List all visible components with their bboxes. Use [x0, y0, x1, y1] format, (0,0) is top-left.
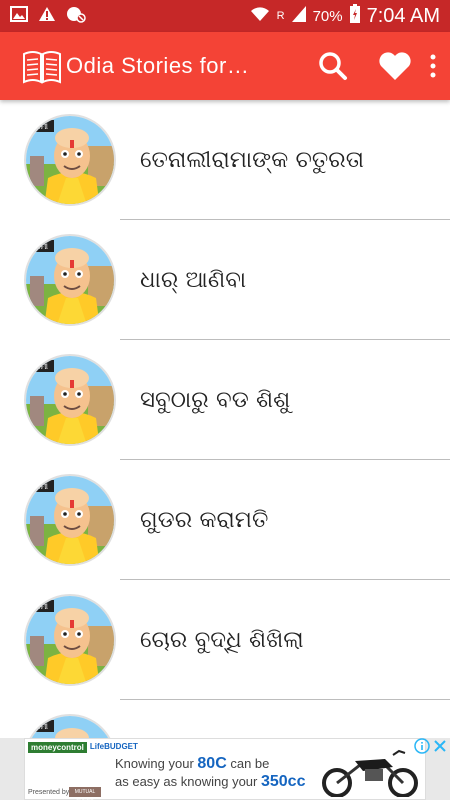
ad-line-1-post: can be: [226, 756, 270, 771]
wifi-icon: [249, 5, 271, 27]
app-bar: Odia Stories for…: [0, 32, 450, 100]
story-title: ଗୁଡର କରାମତି: [140, 507, 269, 533]
ad-info-icon[interactable]: [414, 738, 430, 758]
ad-close-icon[interactable]: [432, 738, 448, 758]
ad-brand-lifebudget: LifeBUDGET: [89, 742, 138, 751]
avatar-badge: ରାମୀ: [34, 722, 48, 731]
ad-line-1: Knowing your 80C can be: [115, 755, 269, 773]
cell-signal-icon: [291, 5, 307, 27]
ad-sponsor-logo: MUTUAL FUNDS: [69, 787, 101, 805]
ad-line-2-highlight: 350cc: [260, 773, 306, 790]
tenali-rama-avatar: ରାମୀ: [24, 354, 116, 446]
list-item[interactable]: ରାମୀ: [0, 700, 450, 738]
app-title: Odia Stories for…: [66, 53, 250, 78]
signal-roaming-label: R: [276, 10, 285, 22]
ad-choices[interactable]: [414, 738, 448, 758]
list-item[interactable]: ରାମୀ ସବୁଠାରୁ ବଡ ଶିଶୁ: [0, 340, 450, 460]
overflow-menu-icon[interactable]: [430, 54, 436, 78]
tenali-rama-avatar: ରାମୀ: [24, 474, 116, 566]
avatar-badge: ରାମୀ: [34, 602, 48, 611]
ad-content[interactable]: moneycontrol LifeBUDGET Knowing your 80C…: [24, 738, 426, 805]
search-icon[interactable]: [318, 51, 348, 81]
battery-percent: 70%: [312, 7, 343, 25]
warning-notification-icon: [38, 6, 56, 27]
story-list: ରାମୀ ତେନାଲୀରାମାଙ୍କ ଚତୁରତା ରାମୀ ଧାର୍ ଆଣିବ…: [0, 100, 450, 738]
status-bar: R 70% 7:04 AM: [0, 0, 450, 32]
avatar-badge: ରାମୀ: [34, 122, 48, 131]
ad-line-2: as easy as knowing your 350cc: [115, 773, 305, 791]
story-title: ଧାର୍ ଆଣିବା: [140, 267, 247, 293]
list-item[interactable]: ରାମୀ ତେନାଲୀରାମାଙ୍କ ଚତୁରତା: [0, 100, 450, 220]
battery-icon: [349, 4, 361, 28]
list-item[interactable]: ରାମୀ ଧାର୍ ଆଣିବା: [0, 220, 450, 340]
story-title: ତେନାଲୀରାମାଙ୍କ ଚତୁରତା: [140, 147, 364, 173]
ad-brand-moneycontrol: moneycontrol: [28, 742, 87, 753]
avatar-badge: ରାମୀ: [34, 362, 48, 371]
avatar-badge: ରାମୀ: [34, 482, 48, 491]
list-item[interactable]: ରାମୀ ଗୁଡର କରାମତି: [0, 460, 450, 580]
list-item[interactable]: ରାମୀ ଚୋର ବୁଦ୍ଧି ଶିଖିଲା: [0, 580, 450, 700]
story-title: ଚୋର ବୁଦ୍ଧି ଶିଖିଲା: [140, 627, 304, 653]
tenali-rama-avatar: ରାମୀ: [24, 114, 116, 206]
story-title: ସବୁଠାରୁ ବଡ ଶିଶୁ: [140, 387, 291, 413]
favorites-heart-icon[interactable]: [378, 51, 412, 81]
avatar-badge: ରାମୀ: [34, 242, 48, 251]
book-logo-icon: [20, 44, 64, 88]
gallery-notification-icon: [10, 5, 28, 27]
motorcycle-image: [315, 747, 425, 801]
tenali-rama-avatar: ରାମୀ: [24, 234, 116, 326]
ad-line-1-pre: Knowing your: [115, 756, 198, 771]
ad-banner[interactable]: moneycontrol LifeBUDGET Knowing your 80C…: [0, 738, 450, 805]
ad-line-1-highlight: 80C: [197, 755, 227, 772]
clock: 7:04 AM: [366, 4, 440, 27]
ad-presented-by: Presented by: [28, 789, 70, 796]
ad-line-2-pre: as easy as knowing your: [115, 774, 261, 789]
tenali-rama-avatar: ରାମୀ: [24, 714, 116, 738]
blocked-notification-icon: [66, 5, 86, 28]
tenali-rama-avatar: ରାମୀ: [24, 594, 116, 686]
